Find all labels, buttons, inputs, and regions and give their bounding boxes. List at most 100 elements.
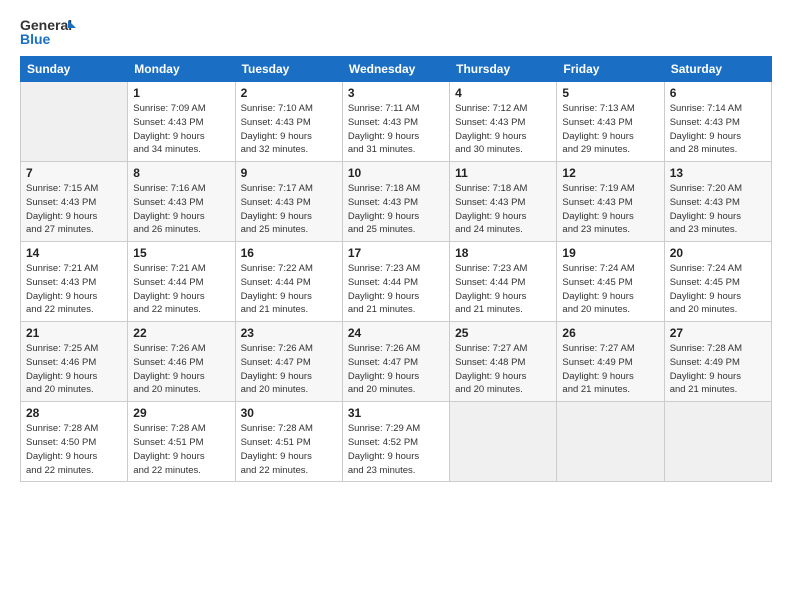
day-number: 26 <box>562 326 658 340</box>
day-info: Sunrise: 7:28 AM Sunset: 4:51 PM Dayligh… <box>133 422 229 477</box>
week-row-5: 28 Sunrise: 7:28 AM Sunset: 4:50 PM Dayli… <box>21 402 772 482</box>
day-number: 22 <box>133 326 229 340</box>
calendar-cell <box>664 402 771 482</box>
day-info: Sunrise: 7:16 AM Sunset: 4:43 PM Dayligh… <box>133 182 229 237</box>
calendar-cell: 12 Sunrise: 7:19 AM Sunset: 4:43 PM Dayli… <box>557 162 664 242</box>
calendar-cell: 2Sunrise: 7:10 AM Sunset: 4:43 PM Daylig… <box>235 82 342 162</box>
logo-svg: GeneralBlue <box>20 16 76 46</box>
day-number: 30 <box>241 406 337 420</box>
calendar-cell: 1Sunrise: 7:09 AM Sunset: 4:43 PM Daylig… <box>128 82 235 162</box>
day-info: Sunrise: 7:19 AM Sunset: 4:43 PM Dayligh… <box>562 182 658 237</box>
day-number: 9 <box>241 166 337 180</box>
calendar-cell: 27 Sunrise: 7:28 AM Sunset: 4:49 PM Dayli… <box>664 322 771 402</box>
weekday-header-tuesday: Tuesday <box>235 57 342 82</box>
day-number: 1 <box>133 86 229 100</box>
day-number: 10 <box>348 166 444 180</box>
day-number: 28 <box>26 406 122 420</box>
day-number: 5 <box>562 86 658 100</box>
week-row-1: 1Sunrise: 7:09 AM Sunset: 4:43 PM Daylig… <box>21 82 772 162</box>
day-info: Sunrise: 7:12 AM Sunset: 4:43 PM Dayligh… <box>455 102 551 157</box>
day-info: Sunrise: 7:11 AM Sunset: 4:43 PM Dayligh… <box>348 102 444 157</box>
day-info: Sunrise: 7:18 AM Sunset: 4:43 PM Dayligh… <box>455 182 551 237</box>
weekday-header-saturday: Saturday <box>664 57 771 82</box>
calendar-cell: 30 Sunrise: 7:28 AM Sunset: 4:51 PM Dayli… <box>235 402 342 482</box>
calendar-cell: 18 Sunrise: 7:23 AM Sunset: 4:44 PM Dayli… <box>450 242 557 322</box>
day-number: 21 <box>26 326 122 340</box>
day-info: Sunrise: 7:10 AM Sunset: 4:43 PM Dayligh… <box>241 102 337 157</box>
calendar-cell: 10Sunrise: 7:18 AM Sunset: 4:43 PM Dayli… <box>342 162 449 242</box>
calendar-cell: 22 Sunrise: 7:26 AM Sunset: 4:46 PM Dayli… <box>128 322 235 402</box>
calendar-cell <box>557 402 664 482</box>
weekday-header-friday: Friday <box>557 57 664 82</box>
day-info: Sunrise: 7:28 AM Sunset: 4:50 PM Dayligh… <box>26 422 122 477</box>
day-info: Sunrise: 7:24 AM Sunset: 4:45 PM Dayligh… <box>670 262 766 317</box>
day-info: Sunrise: 7:26 AM Sunset: 4:47 PM Dayligh… <box>348 342 444 397</box>
day-number: 12 <box>562 166 658 180</box>
calendar-cell: 14 Sunrise: 7:21 AM Sunset: 4:43 PM Dayli… <box>21 242 128 322</box>
calendar-cell: 9 Sunrise: 7:17 AM Sunset: 4:43 PM Daylig… <box>235 162 342 242</box>
calendar-cell: 25 Sunrise: 7:27 AM Sunset: 4:48 PM Dayli… <box>450 322 557 402</box>
calendar-cell: 20 Sunrise: 7:24 AM Sunset: 4:45 PM Dayli… <box>664 242 771 322</box>
day-info: Sunrise: 7:20 AM Sunset: 4:43 PM Dayligh… <box>670 182 766 237</box>
day-info: Sunrise: 7:22 AM Sunset: 4:44 PM Dayligh… <box>241 262 337 317</box>
day-info: Sunrise: 7:21 AM Sunset: 4:44 PM Dayligh… <box>133 262 229 317</box>
header: GeneralBlue <box>20 16 772 46</box>
week-row-4: 21Sunrise: 7:25 AM Sunset: 4:46 PM Dayli… <box>21 322 772 402</box>
calendar-cell: 3 Sunrise: 7:11 AM Sunset: 4:43 PM Daylig… <box>342 82 449 162</box>
day-info: Sunrise: 7:17 AM Sunset: 4:43 PM Dayligh… <box>241 182 337 237</box>
day-info: Sunrise: 7:14 AM Sunset: 4:43 PM Dayligh… <box>670 102 766 157</box>
calendar-cell: 29 Sunrise: 7:28 AM Sunset: 4:51 PM Dayli… <box>128 402 235 482</box>
calendar-cell: 7Sunrise: 7:15 AM Sunset: 4:43 PM Daylig… <box>21 162 128 242</box>
day-number: 29 <box>133 406 229 420</box>
calendar-cell: 4 Sunrise: 7:12 AM Sunset: 4:43 PM Daylig… <box>450 82 557 162</box>
day-info: Sunrise: 7:24 AM Sunset: 4:45 PM Dayligh… <box>562 262 658 317</box>
calendar: SundayMondayTuesdayWednesdayThursdayFrid… <box>20 56 772 482</box>
day-number: 20 <box>670 246 766 260</box>
day-number: 3 <box>348 86 444 100</box>
day-info: Sunrise: 7:13 AM Sunset: 4:43 PM Dayligh… <box>562 102 658 157</box>
calendar-cell: 16 Sunrise: 7:22 AM Sunset: 4:44 PM Dayli… <box>235 242 342 322</box>
calendar-cell: 23 Sunrise: 7:26 AM Sunset: 4:47 PM Dayli… <box>235 322 342 402</box>
day-info: Sunrise: 7:27 AM Sunset: 4:48 PM Dayligh… <box>455 342 551 397</box>
calendar-cell: 6Sunrise: 7:14 AM Sunset: 4:43 PM Daylig… <box>664 82 771 162</box>
weekday-header-sunday: Sunday <box>21 57 128 82</box>
day-number: 27 <box>670 326 766 340</box>
day-number: 16 <box>241 246 337 260</box>
day-number: 25 <box>455 326 551 340</box>
day-info: Sunrise: 7:29 AM Sunset: 4:52 PM Dayligh… <box>348 422 444 477</box>
calendar-cell: 21Sunrise: 7:25 AM Sunset: 4:46 PM Dayli… <box>21 322 128 402</box>
day-number: 17 <box>348 246 444 260</box>
day-info: Sunrise: 7:23 AM Sunset: 4:44 PM Dayligh… <box>348 262 444 317</box>
calendar-cell: 8Sunrise: 7:16 AM Sunset: 4:43 PM Daylig… <box>128 162 235 242</box>
weekday-header-monday: Monday <box>128 57 235 82</box>
calendar-cell: 24 Sunrise: 7:26 AM Sunset: 4:47 PM Dayli… <box>342 322 449 402</box>
day-info: Sunrise: 7:27 AM Sunset: 4:49 PM Dayligh… <box>562 342 658 397</box>
calendar-cell: 5 Sunrise: 7:13 AM Sunset: 4:43 PM Daylig… <box>557 82 664 162</box>
calendar-cell <box>21 82 128 162</box>
day-number: 4 <box>455 86 551 100</box>
day-info: Sunrise: 7:21 AM Sunset: 4:43 PM Dayligh… <box>26 262 122 317</box>
week-row-2: 7Sunrise: 7:15 AM Sunset: 4:43 PM Daylig… <box>21 162 772 242</box>
day-info: Sunrise: 7:26 AM Sunset: 4:46 PM Dayligh… <box>133 342 229 397</box>
day-number: 18 <box>455 246 551 260</box>
day-number: 24 <box>348 326 444 340</box>
calendar-cell: 31 Sunrise: 7:29 AM Sunset: 4:52 PM Dayli… <box>342 402 449 482</box>
day-info: Sunrise: 7:26 AM Sunset: 4:47 PM Dayligh… <box>241 342 337 397</box>
calendar-cell: 19Sunrise: 7:24 AM Sunset: 4:45 PM Dayli… <box>557 242 664 322</box>
day-number: 31 <box>348 406 444 420</box>
calendar-cell: 13Sunrise: 7:20 AM Sunset: 4:43 PM Dayli… <box>664 162 771 242</box>
day-info: Sunrise: 7:28 AM Sunset: 4:51 PM Dayligh… <box>241 422 337 477</box>
day-info: Sunrise: 7:23 AM Sunset: 4:44 PM Dayligh… <box>455 262 551 317</box>
calendar-cell: 28 Sunrise: 7:28 AM Sunset: 4:50 PM Dayli… <box>21 402 128 482</box>
day-number: 23 <box>241 326 337 340</box>
day-number: 7 <box>26 166 122 180</box>
page: GeneralBlue SundayMondayTuesdayWednesday… <box>0 0 792 612</box>
calendar-cell: 11Sunrise: 7:18 AM Sunset: 4:43 PM Dayli… <box>450 162 557 242</box>
calendar-cell <box>450 402 557 482</box>
day-number: 14 <box>26 246 122 260</box>
svg-text:Blue: Blue <box>20 31 51 46</box>
calendar-cell: 26 Sunrise: 7:27 AM Sunset: 4:49 PM Dayli… <box>557 322 664 402</box>
day-number: 15 <box>133 246 229 260</box>
calendar-cell: 15 Sunrise: 7:21 AM Sunset: 4:44 PM Dayli… <box>128 242 235 322</box>
day-info: Sunrise: 7:28 AM Sunset: 4:49 PM Dayligh… <box>670 342 766 397</box>
